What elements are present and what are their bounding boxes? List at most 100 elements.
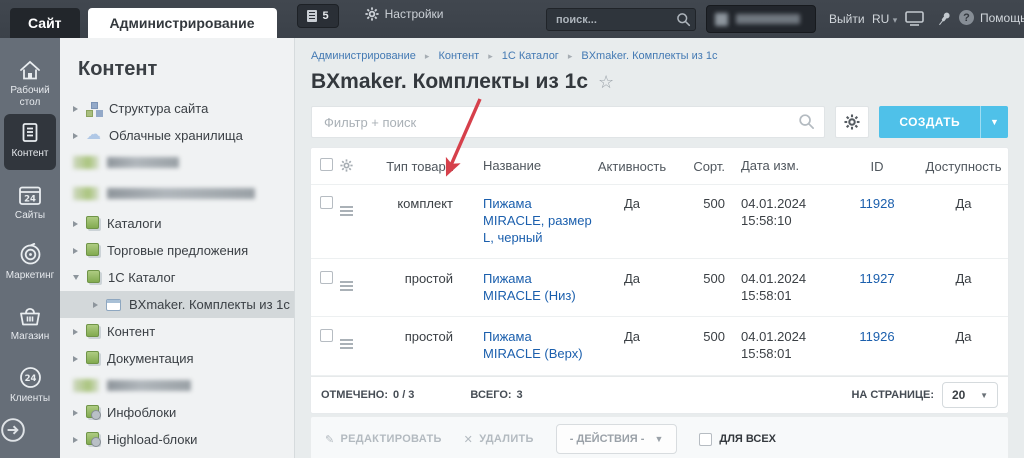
row-menu-icon[interactable] bbox=[340, 339, 353, 342]
selected-count-label: ОТМЕЧЕНО: bbox=[321, 389, 389, 402]
table-row: комплект Пижама MIRACLE, размер L, черны… bbox=[311, 185, 1008, 259]
expand-arrow-icon[interactable] bbox=[73, 409, 78, 416]
menu-item-trade-offers[interactable]: Торговые предложения bbox=[60, 237, 294, 264]
rail-item-sites[interactable]: 24 Сайты bbox=[0, 178, 60, 222]
hotkeys-icon[interactable] bbox=[905, 11, 924, 26]
breadcrumb-administration[interactable]: Администрирование bbox=[311, 50, 416, 62]
rail-item-content[interactable]: Контент bbox=[4, 114, 56, 170]
rail-item-clients[interactable]: 24 Клиенты bbox=[0, 358, 60, 405]
catalog-icon bbox=[87, 270, 100, 283]
menu-item-redacted[interactable] bbox=[60, 149, 294, 176]
breadcrumb-1c-catalog[interactable]: 1С Каталог bbox=[502, 50, 559, 62]
item-id-link[interactable]: 11927 bbox=[859, 271, 894, 286]
pencil-icon: ✎ bbox=[325, 433, 335, 446]
favorite-star-icon[interactable]: ☆ bbox=[598, 72, 614, 93]
actions-bar: ✎ РЕДАКТИРОВАТЬ ✕ УДАЛИТЬ - ДЕЙСТВИЯ - ▼… bbox=[311, 417, 1008, 458]
for-all-checkbox[interactable] bbox=[699, 432, 713, 446]
catalog-icon bbox=[86, 351, 99, 364]
rail-item-desktop[interactable]: Рабочий стол bbox=[0, 52, 60, 108]
tab-administration[interactable]: Администрирование bbox=[87, 8, 277, 38]
item-name-link[interactable]: Пижама MIRACLE (Верх) bbox=[483, 329, 583, 361]
column-header-type[interactable]: Тип товара bbox=[365, 159, 461, 174]
redacted-icon bbox=[73, 379, 99, 392]
expand-rail-icon[interactable] bbox=[0, 417, 26, 443]
expand-arrow-icon[interactable] bbox=[73, 132, 78, 139]
user-name-redacted bbox=[736, 14, 800, 24]
user-menu[interactable] bbox=[706, 5, 816, 33]
language-selector[interactable]: RU ▾ bbox=[872, 12, 897, 26]
menu-item-cloud-storage[interactable]: ☁ Облачные хранилища bbox=[60, 122, 294, 149]
notifications-count: 5 bbox=[322, 9, 329, 22]
item-name-link[interactable]: Пижама MIRACLE, размер L, черный bbox=[483, 196, 592, 245]
menu-item-documentation[interactable]: Документация bbox=[60, 345, 294, 372]
row-menu-icon[interactable] bbox=[340, 280, 353, 283]
menu-item-redacted[interactable] bbox=[60, 176, 294, 210]
column-header-id[interactable]: ID bbox=[835, 159, 919, 174]
expand-arrow-icon[interactable] bbox=[73, 328, 78, 335]
delete-button[interactable]: ✕ УДАЛИТЬ bbox=[464, 433, 534, 446]
menu-item-content[interactable]: Контент bbox=[60, 318, 294, 345]
rail-item-store[interactable]: Магазин bbox=[0, 298, 60, 343]
row-checkbox[interactable] bbox=[320, 196, 333, 209]
settings-button[interactable]: Настройки bbox=[365, 7, 443, 21]
expand-arrow-icon[interactable] bbox=[73, 105, 78, 112]
item-name-link[interactable]: Пижама MIRACLE (Низ) bbox=[483, 271, 576, 303]
expand-arrow-icon[interactable] bbox=[73, 355, 78, 362]
row-checkbox[interactable] bbox=[320, 329, 333, 343]
notifications-icon bbox=[306, 9, 317, 22]
create-dropdown-button[interactable]: ▼ bbox=[980, 106, 1008, 138]
expand-arrow-icon[interactable] bbox=[73, 436, 78, 443]
cell-sort: 500 bbox=[703, 270, 725, 286]
main-content: Администрирование ▸ Контент ▸ 1С Каталог… bbox=[295, 38, 1024, 458]
create-button[interactable]: СОЗДАТЬ ▼ bbox=[879, 106, 1008, 138]
menu-item-infoblocks[interactable]: Инфоблоки bbox=[60, 399, 294, 426]
tab-site[interactable]: Сайт bbox=[10, 8, 80, 38]
notifications-button[interactable]: 5 bbox=[296, 3, 339, 28]
module-rail: Рабочий стол Контент 24 Сайты Маркетинг bbox=[0, 38, 60, 458]
global-search-input[interactable] bbox=[546, 8, 696, 31]
row-menu-icon[interactable] bbox=[340, 206, 353, 208]
actions-dropdown[interactable]: - ДЕЙСТВИЯ - ▼ bbox=[555, 424, 678, 455]
expand-arrow-icon[interactable] bbox=[93, 301, 98, 308]
breadcrumb-content[interactable]: Контент bbox=[438, 50, 479, 62]
pin-icon[interactable] bbox=[936, 11, 952, 28]
chevron-right-icon: ▸ bbox=[488, 50, 493, 61]
cell-available: Да bbox=[955, 270, 972, 286]
logout-link[interactable]: Выйти bbox=[829, 12, 865, 26]
cell-modified: 04.01.2024 15:58:10 bbox=[741, 196, 807, 228]
column-header-active[interactable]: Активность bbox=[593, 159, 671, 174]
rail-item-marketing[interactable]: Маркетинг bbox=[0, 235, 60, 282]
column-header-name[interactable]: Название bbox=[461, 158, 593, 175]
sites-24-icon: 24 bbox=[19, 186, 41, 205]
gear-icon[interactable] bbox=[340, 159, 353, 172]
grid-settings-button[interactable] bbox=[835, 106, 870, 138]
row-checkbox[interactable] bbox=[320, 270, 333, 284]
cell-type: комплект bbox=[397, 196, 453, 211]
per-page-select[interactable]: 20 ▼ bbox=[942, 382, 998, 409]
breadcrumb-current[interactable]: BXmaker. Комплекты из 1с bbox=[581, 50, 717, 62]
collapse-arrow-icon[interactable] bbox=[73, 275, 79, 280]
item-id-link[interactable]: 11926 bbox=[859, 329, 894, 344]
edit-button[interactable]: ✎ РЕДАКТИРОВАТЬ bbox=[325, 433, 442, 446]
item-id-link[interactable]: 11928 bbox=[859, 196, 894, 211]
expand-arrow-icon[interactable] bbox=[73, 220, 78, 227]
menu-item-highload-blocks[interactable]: Highload-блоки bbox=[60, 426, 294, 453]
home-icon bbox=[20, 60, 40, 80]
chevron-right-icon: ▸ bbox=[424, 50, 430, 61]
menu-item-workflow[interactable]: Документооборот bbox=[60, 453, 294, 458]
menu-item-redacted[interactable] bbox=[60, 372, 294, 399]
select-all-checkbox[interactable] bbox=[320, 158, 333, 171]
column-header-modified[interactable]: Дата изм. bbox=[727, 158, 835, 175]
help-button[interactable]: ? Помощь bbox=[959, 10, 1024, 25]
menu-item-site-structure[interactable]: Структура сайта bbox=[60, 95, 294, 122]
for-all-toggle[interactable]: ДЛЯ ВСЕХ bbox=[699, 432, 776, 446]
chevron-down-icon: ▾ bbox=[892, 15, 898, 25]
filter-search-input[interactable] bbox=[311, 106, 826, 138]
column-header-available[interactable]: Доступность bbox=[919, 159, 1008, 174]
cell-active: Да bbox=[623, 196, 641, 211]
menu-item-bxmaker-kits[interactable]: BXmaker. Комплекты из 1с bbox=[60, 291, 294, 318]
menu-item-catalogs[interactable]: Каталоги bbox=[60, 210, 294, 237]
menu-item-1c-catalog[interactable]: 1С Каталог bbox=[60, 264, 294, 291]
column-header-sort[interactable]: Сорт. bbox=[671, 159, 727, 174]
expand-arrow-icon[interactable] bbox=[73, 247, 78, 254]
